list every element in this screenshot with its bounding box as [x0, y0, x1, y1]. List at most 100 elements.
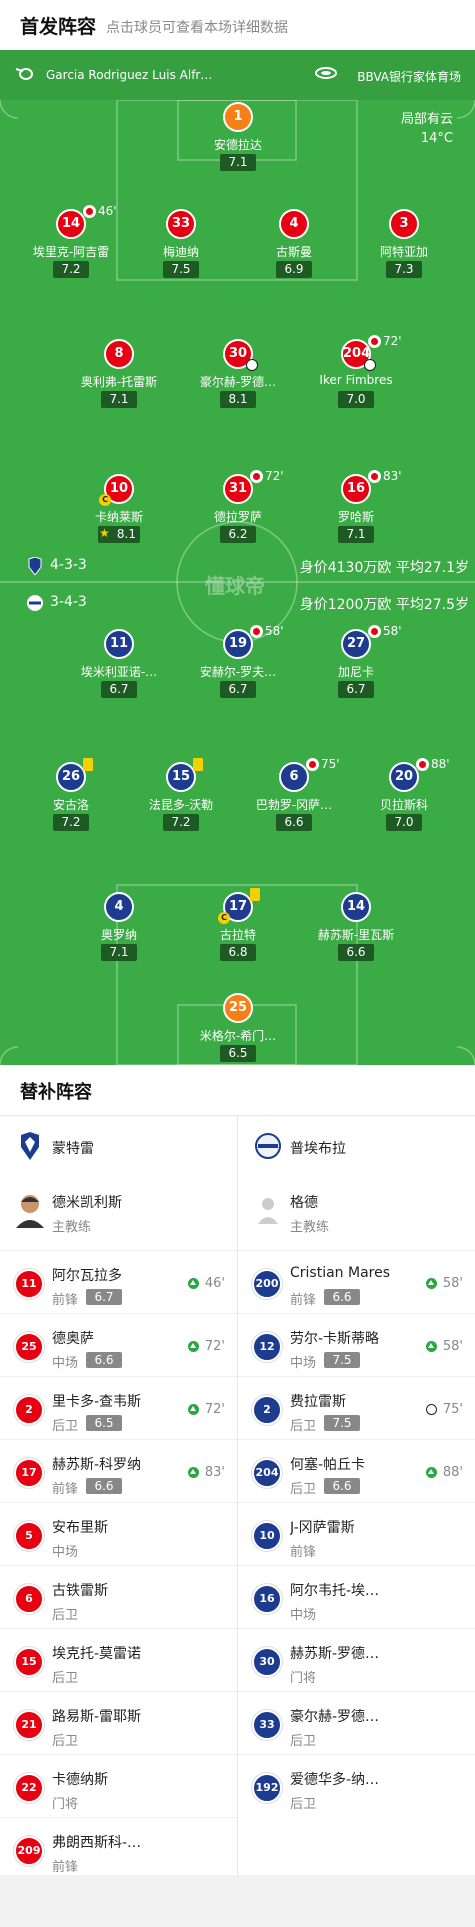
sub-number: 25: [14, 1332, 44, 1362]
player-number: 15: [166, 762, 196, 792]
home-player-33[interactable]: 33 梅迪纳 7.5: [121, 209, 241, 289]
home-player-204[interactable]: 204 72' Iker Fimbres 7.0: [296, 334, 416, 419]
sub-in-icon: [426, 1467, 437, 1478]
sub-name: 赫苏斯-罗德…: [290, 1646, 380, 1662]
player-number: 20: [389, 762, 419, 792]
away-player-6[interactable]: 6 75' 巴勃罗-冈萨… 6.6: [234, 757, 354, 842]
left-team-header[interactable]: 蒙特雷: [0, 1116, 237, 1176]
player-name: 安古洛: [52, 798, 89, 812]
home-player-3[interactable]: 3 阿特亚加 7.3: [344, 209, 464, 289]
home-player-30[interactable]: 30 豪尔赫-罗德… 8.1: [178, 339, 298, 419]
sub-row[interactable]: 16 阿尔韦托-埃… 中场: [238, 1565, 475, 1628]
sub-number: 15: [14, 1647, 44, 1677]
sub-row[interactable]: 2 费拉雷斯 后卫 7.5 75': [238, 1376, 475, 1439]
right-team-header[interactable]: 普埃布拉: [238, 1116, 475, 1176]
sub-row[interactable]: 22 卡德纳斯 门将: [0, 1754, 237, 1817]
sub-row[interactable]: 6 古铁雷斯 后卫: [0, 1565, 237, 1628]
player-name: 法昆多-沃勒: [148, 798, 214, 812]
sub-row[interactable]: 21 路易斯-雷耶斯 后卫: [0, 1691, 237, 1754]
star-icon: ★: [99, 526, 110, 540]
player-name: 奥利弗-托雷斯: [80, 375, 158, 389]
sub-row[interactable]: 5 安布里斯 中场: [0, 1502, 237, 1565]
sub-number: 200: [252, 1269, 282, 1299]
sub-time: 72': [383, 334, 402, 348]
away-player-17[interactable]: 17 C 古拉特 6.8: [178, 888, 298, 972]
sub-position: 后卫: [290, 1482, 317, 1497]
sub-row[interactable]: 17 赫苏斯-科罗纳 前锋 6.6 83': [0, 1439, 237, 1502]
sub-row[interactable]: 33 豪尔赫-罗德… 后卫: [238, 1691, 475, 1754]
sub-time: 75': [442, 1402, 463, 1417]
sub-in-icon: [426, 1278, 437, 1289]
player-rating: 7.1: [338, 526, 374, 543]
ball-icon: [246, 359, 258, 371]
monterrey-logo-icon: [21, 1132, 39, 1160]
player-number: 1: [223, 102, 253, 132]
sub-row[interactable]: 25 德奥萨 中场 6.6 72': [0, 1313, 237, 1376]
sub-row[interactable]: 12 劳尔-卡斯蒂略 中场 7.5 58': [238, 1313, 475, 1376]
sub-name: 豪尔赫-罗德…: [290, 1709, 380, 1725]
home-formation: 4-3-3: [50, 557, 87, 573]
home-player-4[interactable]: 4 古斯曼 6.9: [234, 209, 354, 289]
sub-position: 前锋: [52, 1482, 79, 1497]
player-rating: 7.0: [338, 391, 374, 408]
away-player-27[interactable]: 27 58' 加尼卡 6.7: [296, 624, 416, 709]
sub-row[interactable]: 10 J-冈萨雷斯 前锋: [238, 1502, 475, 1565]
away-player-4[interactable]: 4 奥罗纳 7.1: [59, 892, 179, 972]
sub-row[interactable]: 200 Cristian Mares 前锋 6.6 58': [238, 1250, 475, 1313]
away-player-20[interactable]: 20 88' 贝拉斯科 7.0: [344, 757, 464, 842]
sub-row[interactable]: 30 赫苏斯-罗德… 门将: [238, 1628, 475, 1691]
sub-position: 后卫: [290, 1797, 317, 1812]
sub-number: 12: [252, 1332, 282, 1362]
away-formation: 3-4-3: [50, 594, 87, 610]
sub-row[interactable]: 11 阿尔瓦拉多 前锋 6.7 46': [0, 1250, 237, 1313]
sub-row[interactable]: 209 弗朗西斯科-… 前锋: [0, 1817, 237, 1880]
away-player-15[interactable]: 15 法昆多-沃勒 7.2: [121, 758, 241, 842]
player-name: 贝拉斯科: [379, 798, 428, 812]
lineup-subtitle: 点击球员可查看本场详细数据: [106, 20, 288, 36]
player-number: 14: [56, 209, 86, 239]
sub-number: 2: [252, 1395, 282, 1425]
player-rating: 7.1: [220, 154, 256, 171]
away-player-25[interactable]: 25 米格尔-希门… 6.5: [178, 993, 298, 1065]
monterrey-logo-icon: [28, 557, 42, 575]
sub-in-icon: [426, 1341, 437, 1352]
home-player-14[interactable]: 14 46' 埃里克-阿吉雷 7.2: [11, 204, 131, 289]
sub-time: 58': [442, 1339, 463, 1354]
sub-position: 前锋: [52, 1293, 79, 1308]
away-player-26[interactable]: 26 安古洛 7.2: [11, 758, 131, 842]
sub-in-icon: [188, 1341, 199, 1352]
coach-avatar: [16, 1195, 44, 1228]
sub-number: 16: [252, 1584, 282, 1614]
sub-row[interactable]: 204 何塞-帕丘卡 后卫 6.6 88': [238, 1439, 475, 1502]
sub-row[interactable]: 2 里卡多-查韦斯 后卫 6.5 72': [0, 1376, 237, 1439]
sub-name: 安布里斯: [52, 1520, 108, 1536]
player-rating: 6.2: [220, 526, 256, 543]
away-player-14[interactable]: 14 赫苏斯-里瓦斯 6.6: [296, 892, 416, 972]
sub-row[interactable]: 15 埃克托-莫雷诺 后卫: [0, 1628, 237, 1691]
sub-number: 11: [14, 1269, 44, 1299]
player-number: 25: [223, 993, 253, 1023]
sub-out-icon: [368, 625, 381, 638]
player-name: 埃米利亚诺-…: [80, 665, 158, 679]
sub-position: 后卫: [52, 1608, 79, 1623]
home-player-16[interactable]: 16 83' 罗哈斯 7.1: [296, 469, 416, 554]
home-player-1[interactable]: 1 安德拉达 7.1: [178, 102, 298, 182]
sub-row[interactable]: 192 爱德华多-纳… 后卫: [238, 1754, 475, 1817]
player-name: 德拉罗萨: [213, 510, 262, 524]
player-rating: 7.0: [386, 814, 422, 831]
sub-time: 72': [265, 469, 284, 483]
away-player-11[interactable]: 11 埃米利亚诺-… 6.7: [59, 629, 179, 709]
player-name: 巴勃罗-冈萨…: [255, 798, 333, 812]
right-coach[interactable]: 格德 主教练: [238, 1182, 475, 1250]
away-market-value: 身价1200万欧 平均27.5岁: [299, 597, 469, 613]
home-player-31[interactable]: 31 72' 德拉罗萨 6.2: [178, 469, 298, 554]
left-coach[interactable]: 德米凯利斯 主教练: [0, 1182, 237, 1250]
whistle-icon: [15, 68, 33, 80]
player-rating: 7.1: [101, 391, 137, 408]
sub-time: 46': [98, 204, 117, 218]
away-player-19[interactable]: 19 58' 安赫尔-罗夫… 6.7: [178, 624, 298, 709]
subs-title: 替补阵容: [20, 1082, 92, 1103]
home-player-8[interactable]: 8 奥利弗-托雷斯 7.1: [59, 339, 179, 419]
home-player-10[interactable]: 10 C 卡纳莱斯 8.1 ★: [59, 474, 179, 554]
player-name: 梅迪纳: [162, 245, 199, 259]
